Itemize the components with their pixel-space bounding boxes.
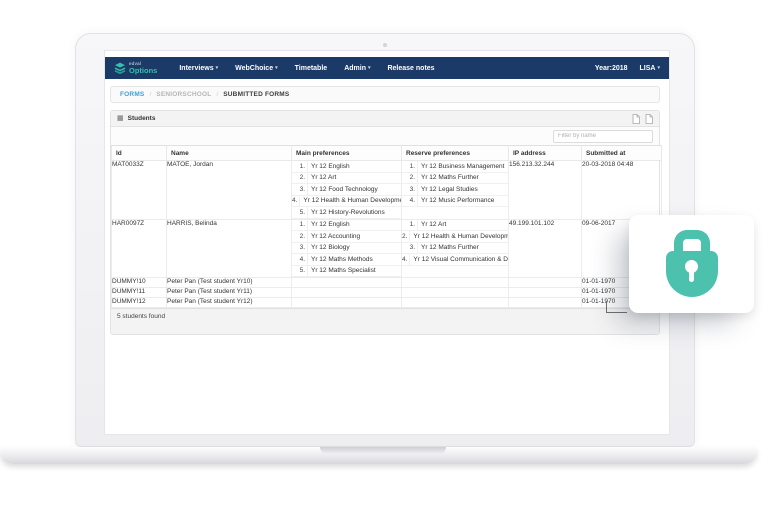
student-id: HAR0097Z: [111, 218, 167, 278]
student-ip: [508, 297, 582, 308]
main-preferences-cell: 1. Yr 12 English 2. Yr 12 Accounting 3. Yr 12…: [291, 218, 402, 278]
student-ip: 49.199.101.102: [508, 218, 582, 278]
student-id: DUMMY!11: [111, 287, 167, 298]
column-header-id[interactable]: Id: [111, 145, 167, 161]
main-preferences-cell: [291, 277, 402, 288]
preference-line: 4. Yr 12 Maths Methods: [292, 254, 401, 266]
filter-by-name-input[interactable]: [553, 129, 653, 143]
page: edval Options Interviews ▾ WebChoice ▾ T…: [0, 0, 768, 525]
preference-line: 3. Yr 12 Maths Further: [402, 242, 508, 254]
preference-line: 4.Yr 12 Visual Communication & Design: [402, 254, 508, 266]
file-export-icon[interactable]: [632, 113, 640, 124]
chevron-down-icon: ▾: [275, 65, 278, 71]
webcam-dot: [383, 43, 387, 47]
preference-line: 1. Yr 12 Business Management: [402, 161, 508, 173]
students-count-footer: 5 students found: [111, 308, 659, 334]
panel-title: Students: [127, 115, 156, 122]
main-preferences-cell: [291, 287, 402, 298]
preference-line: 5. Yr 12 Maths Specialist: [292, 265, 401, 277]
preference-line: 2. Yr 12 Health & Human Development: [402, 231, 508, 243]
student-id: MAT0033Z: [111, 160, 167, 220]
table-header-row: Id Name Main preferences Reserve prefere…: [111, 145, 662, 161]
students-table-body: MAT0033Z MATOE, Jordan 1. Yr 12 English 2. Yr…: [111, 160, 662, 308]
main-preferences-cell: [291, 297, 402, 308]
preference-line: 3. Yr 12 Legal Studies: [402, 184, 508, 196]
breadcrumb-submitted-forms: SUBMITTED FORMS: [223, 91, 290, 98]
breadcrumb-separator: /: [216, 91, 219, 98]
obscured-button-corner[interactable]: [606, 301, 627, 313]
column-header-name[interactable]: Name: [166, 145, 292, 161]
student-id: DUMMY!10: [111, 277, 167, 288]
students-panel-header: ▦ Students: [111, 111, 659, 127]
laptop-bezel: edval Options Interviews ▾ WebChoice ▾ T…: [75, 33, 695, 447]
student-name: HARRIS, Belinda: [166, 218, 292, 278]
nav-item-release-notes[interactable]: Release notes: [387, 65, 434, 72]
student-name: Peter Pan (Test student Yr10): [166, 277, 292, 288]
lock-icon: [665, 230, 718, 298]
student-row[interactable]: DUMMY!12 Peter Pan (Test student Yr12) 01-…: [111, 297, 662, 308]
reserve-preferences-cell: [401, 297, 509, 308]
laptop-base-notch: [320, 447, 446, 454]
user-menu[interactable]: LISA ▾: [640, 65, 660, 72]
main-preferences-cell: 1. Yr 12 English 2. Yr 12 Art 3. Yr 12 Food T…: [291, 160, 402, 220]
table-grid-icon: ▦: [117, 115, 124, 122]
breadcrumb: FORMS / SENIORSCHOOL / SUBMITTED FORMS: [110, 86, 660, 103]
brand-name: Options: [129, 65, 158, 75]
column-header-submitted-at[interactable]: Submitted at: [581, 145, 662, 161]
chevron-down-icon: ▾: [215, 65, 219, 71]
nav-item-webchoice[interactable]: WebChoice ▾: [235, 65, 278, 72]
student-row[interactable]: MAT0033Z MATOE, Jordan 1. Yr 12 English 2. Yr…: [111, 160, 662, 220]
preference-line: 2. Yr 12 Accounting: [292, 231, 401, 243]
breadcrumb-forms[interactable]: FORMS: [120, 91, 144, 98]
student-row[interactable]: DUMMY!10 Peter Pan (Test student Yr10) 01-…: [111, 277, 662, 288]
student-ip: [508, 277, 582, 288]
filter-row: [111, 127, 659, 145]
chevron-down-icon: ▾: [367, 65, 371, 71]
reserve-preferences-cell: 1. Yr 12 Art 2. Yr 12 Health & Human Develo…: [401, 218, 509, 278]
preference-line: 4. Yr 12 Health & Human Development: [292, 195, 401, 207]
student-name: Peter Pan (Test student Yr12): [166, 297, 292, 308]
laptop-base: [0, 447, 757, 464]
reserve-preferences-cell: 1. Yr 12 Business Management 2. Yr 12 Maths…: [401, 160, 509, 220]
reserve-preferences-cell: [401, 277, 509, 288]
student-ip: [508, 287, 582, 298]
reserve-preferences-cell: [401, 287, 509, 298]
preference-line: 5. Yr 12 History-Revolutions: [292, 207, 401, 219]
breadcrumb-seniorschool[interactable]: SENIORSCHOOL: [156, 91, 211, 98]
nav-item-timetable[interactable]: Timetable: [295, 65, 328, 72]
student-ip: 156.213.32.244: [508, 160, 582, 220]
chevron-down-icon: ▾: [657, 65, 660, 71]
locked-feature-card: [629, 215, 754, 313]
student-name: MATOE, Jordan: [166, 160, 292, 220]
nav-item-interviews[interactable]: Interviews ▾: [179, 65, 218, 72]
preference-line: 2. Yr 12 Maths Further: [402, 172, 508, 184]
column-header-ip-address[interactable]: IP address: [508, 145, 582, 161]
students-table: Id Name Main preferences Reserve prefere…: [111, 145, 662, 308]
column-header-reserve-preferences[interactable]: Reserve preferences: [401, 145, 509, 161]
student-row[interactable]: HAR0097Z HARRIS, Belinda 1. Yr 12 English 2.…: [111, 218, 662, 278]
student-id: DUMMY!12: [111, 297, 167, 308]
nav-item-admin[interactable]: Admin ▾: [344, 65, 370, 72]
year-label: Year:2018: [594, 64, 628, 72]
student-name: Peter Pan (Test student Yr11): [166, 287, 292, 298]
students-panel: ▦ Students Filter by name Id Name Main p…: [110, 110, 662, 335]
file-export-icon[interactable]: [645, 113, 653, 124]
nav-menu: Interviews ▾ WebChoice ▾ Timetable Admin…: [179, 65, 434, 72]
preference-line: 1. Yr 12 English: [292, 219, 401, 231]
preference-line: 4. Yr 12 Music Performance: [402, 195, 508, 207]
student-submitted-at: 20-03-2018 04:48: [581, 160, 662, 220]
edval-layers-icon: [114, 62, 126, 74]
column-header-main-preferences[interactable]: Main preferences: [291, 145, 402, 161]
preference-line: 3. Yr 12 Food Technology: [292, 184, 401, 196]
preference-line: 2. Yr 12 Art: [292, 172, 401, 184]
breadcrumb-separator: /: [149, 91, 152, 98]
brand-logo[interactable]: edval Options: [114, 61, 158, 75]
preference-line: 3. Yr 12 Biology: [292, 242, 401, 254]
laptop-screen: edval Options Interviews ▾ WebChoice ▾ T…: [104, 50, 670, 435]
top-navbar: edval Options Interviews ▾ WebChoice ▾ T…: [105, 57, 669, 79]
preference-line: 1. Yr 12 English: [292, 161, 401, 173]
student-row[interactable]: DUMMY!11 Peter Pan (Test student Yr11) 01-…: [111, 287, 662, 298]
preference-line: 1. Yr 12 Art: [402, 219, 508, 231]
